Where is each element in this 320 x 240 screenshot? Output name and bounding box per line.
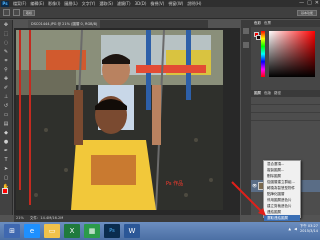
gradient-tool-icon[interactable]: ▤ (2, 120, 11, 128)
document-info: 文件：14.4M/16.2M (29, 216, 64, 220)
tab-layers[interactable]: 圖層 (254, 90, 261, 97)
maximize-button[interactable]: □ (307, 0, 312, 7)
menu-bar: Ps 檔案(F) 編輯(E) 影像(I) 圖層(L) 文字(Y) 選取(S) 濾… (0, 0, 320, 7)
layer-filter-row[interactable] (251, 97, 320, 105)
blend-mode-row[interactable] (251, 105, 320, 113)
menu-filter[interactable]: 濾鏡(T) (115, 1, 133, 7)
color-field[interactable] (269, 31, 315, 77)
tab-swatches[interactable]: 色票 (264, 20, 271, 27)
type-tool-icon[interactable]: T (2, 156, 11, 164)
document-tab-bar: DSC01444.JPG @ 21% (圖層 0, RGB/8) (28, 20, 208, 28)
eraser-tool-icon[interactable]: ▭ (2, 111, 11, 119)
photo-watermark: Ps 作品 (166, 181, 184, 187)
eyedropper-tool-icon[interactable]: ⚲ (2, 66, 11, 74)
status-bar: 21% 文件：14.4M/16.2M (14, 215, 240, 222)
lasso-tool-icon[interactable]: ◌ (2, 39, 11, 47)
quick-select-tool-icon[interactable]: ✎ (2, 48, 11, 56)
system-tray: ▲ ◀ 下午 03:27 2015/3/14 (288, 224, 318, 234)
red-arrow-annotation (231, 181, 266, 216)
start-button[interactable]: ⊞ (4, 224, 20, 238)
word-icon[interactable]: W (124, 224, 140, 238)
photo-image (16, 30, 223, 210)
file-explorer-icon[interactable]: ▭ (44, 224, 60, 238)
workspace-select[interactable]: 基本功能 (296, 9, 317, 16)
marquee-tool-icon[interactable]: ⬚ (2, 30, 11, 38)
hue-slider[interactable] (261, 31, 265, 77)
store-icon[interactable]: ▦ (84, 224, 100, 238)
menu-type[interactable]: 文字(Y) (80, 1, 98, 7)
menu-help[interactable]: 說明(H) (185, 1, 203, 7)
photo-canvas[interactable]: Ps 作品 (16, 30, 223, 210)
taskbar: ⊞ e ▭ X ▦ Ps W ▲ ◀ 下午 03:27 2015/3/14 (0, 222, 320, 240)
zoom-level[interactable]: 21% (16, 216, 24, 220)
clock[interactable]: 下午 03:27 2015/3/14 (300, 224, 318, 234)
pen-tool-icon[interactable]: ✒ (2, 147, 11, 155)
color-panel-tabs: 色彩 色票 (251, 20, 320, 27)
tab-channels[interactable]: 色版 (264, 90, 271, 97)
sample-select[interactable]: 取樣 (23, 9, 36, 16)
move-tool-icon[interactable]: ✥ (2, 21, 11, 29)
menu-image[interactable]: 影像(I) (46, 1, 62, 7)
menu-view[interactable]: 檢視(V) (148, 1, 166, 7)
tool-preset-icon[interactable] (3, 9, 10, 16)
tab-paths[interactable]: 路徑 (274, 90, 281, 97)
photoshop-taskbar-icon[interactable]: Ps (104, 224, 120, 238)
properties-panel-icon[interactable] (243, 42, 249, 48)
healing-tool-icon[interactable]: ✚ (2, 75, 11, 83)
network-icon[interactable]: ▲ (288, 227, 291, 231)
brush-tool-icon[interactable]: ✐ (2, 84, 11, 92)
brush-icon[interactable] (13, 9, 20, 16)
menu-select[interactable]: 選取(S) (97, 1, 115, 7)
window-controls: — □ ✕ (299, 0, 319, 7)
menu-layer[interactable]: 圖層(L) (62, 1, 79, 7)
path-select-tool-icon[interactable]: ➤ (2, 165, 11, 173)
menu-3d[interactable]: 3D(D) (133, 1, 149, 6)
history-panel-icon[interactable] (243, 28, 249, 34)
shape-tool-icon[interactable]: ▢ (2, 174, 11, 182)
menu-file[interactable]: 檔案(F) (11, 1, 28, 7)
options-bar: 取樣 基本功能 (0, 7, 320, 19)
history-brush-tool-icon[interactable]: ↺ (2, 102, 11, 110)
close-button[interactable]: ✕ (315, 0, 319, 7)
photoshop-logo: Ps (1, 0, 9, 7)
minimize-button[interactable]: — (299, 0, 304, 7)
foreground-color-swatch[interactable] (2, 188, 8, 194)
layers-panel-tabs: 圖層 色版 路徑 (251, 90, 320, 97)
blur-tool-icon[interactable]: ◆ (2, 129, 11, 137)
clock-date: 2015/3/14 (300, 229, 318, 233)
internet-explorer-icon[interactable]: e (24, 224, 40, 238)
dodge-tool-icon[interactable]: ● (2, 138, 11, 146)
document-tab[interactable]: DSC01444.JPG @ 21% (圖層 0, RGB/8) (28, 20, 101, 28)
lock-row[interactable] (251, 113, 320, 121)
menu-window[interactable]: 視窗(W) (166, 1, 185, 7)
volume-icon[interactable]: ◀ (294, 227, 297, 231)
crop-tool-icon[interactable]: ⌗ (2, 57, 11, 65)
tools-panel: ✥ ⬚ ◌ ✎ ⌗ ⚲ ✚ ✐ ⊥ ↺ ▭ ▤ ◆ ● ✒ T ➤ ▢ ✋ (0, 20, 13, 215)
excel-icon[interactable]: X (64, 224, 80, 238)
tab-color[interactable]: 色彩 (254, 20, 261, 27)
menu-edit[interactable]: 編輯(E) (28, 1, 46, 7)
stamp-tool-icon[interactable]: ⊥ (2, 93, 11, 101)
